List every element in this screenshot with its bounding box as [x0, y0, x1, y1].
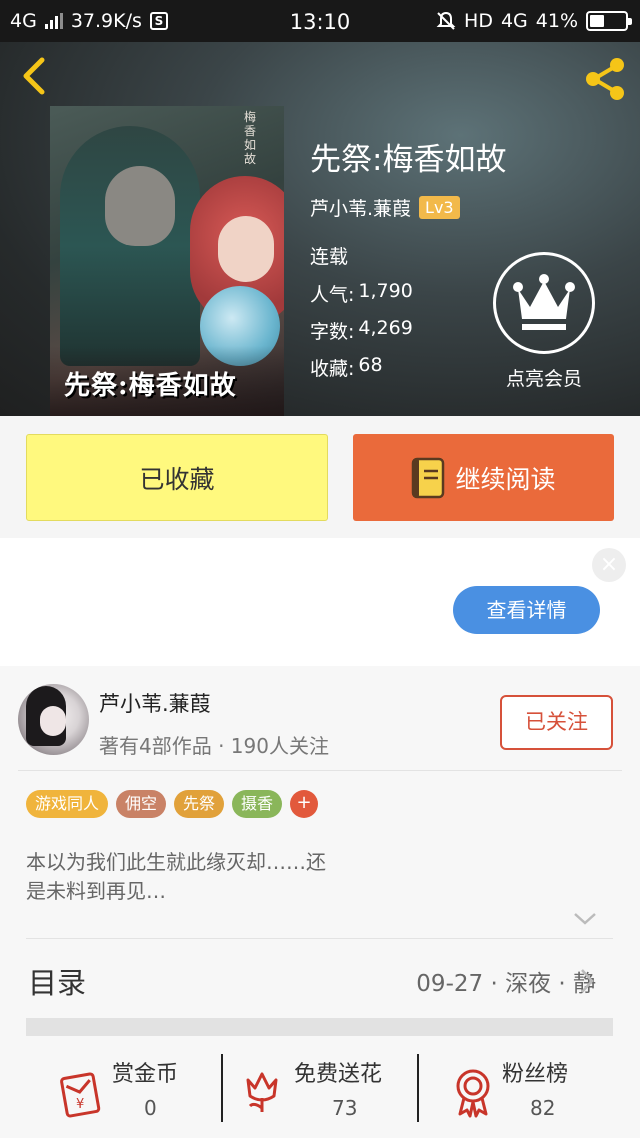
panel-author-name[interactable]: 芦小苇.蒹葭 [99, 688, 211, 718]
tag[interactable]: 先祭 [174, 790, 225, 818]
chevron-right-icon[interactable] [580, 968, 594, 994]
ad-close-icon[interactable]: × [592, 548, 626, 582]
battery-icon [586, 11, 632, 31]
author-subtitle: 著有4部作品 · 190人关注 [99, 734, 329, 758]
stat-value: 1,790 [358, 280, 413, 302]
reward-coins-count: 0 [144, 1096, 157, 1120]
divider [18, 770, 622, 771]
red-envelope-icon: ¥ [60, 1072, 101, 1118]
tag[interactable]: 佣空 [116, 790, 167, 818]
tag[interactable]: 摄香 [232, 790, 283, 818]
chevron-down-icon[interactable] [573, 912, 597, 926]
send-flower-label: 免费送花 [294, 1062, 383, 1087]
continue-reading-label: 继续阅读 [455, 464, 556, 494]
status-right: HD 4G 41% [436, 10, 632, 32]
avatar[interactable] [18, 684, 89, 755]
stat-word-count: 字数: 4,269 [310, 317, 413, 344]
reward-coins-label: 赏金币 [112, 1062, 179, 1087]
tag-list: 游戏同人 佣空 先祭 摄香 + [26, 790, 319, 818]
book-cover[interactable]: 梅香如故 先祭:梅香如故 [50, 106, 284, 416]
status-bar: 4G 37.9K/s S 13:10 HD 4G 41% [0, 0, 640, 42]
action-bar: 已收藏 继续阅读 [0, 416, 640, 538]
back-arrow-icon[interactable] [14, 54, 58, 98]
stat-label: 收藏: [310, 358, 355, 380]
separator [221, 1054, 223, 1122]
toc-label[interactable]: 目录 [28, 960, 86, 1002]
avatar-face [40, 706, 66, 736]
cover-figure-face [105, 166, 175, 246]
followed-button[interactable]: 已关注 [500, 695, 613, 750]
battery-percent: 41% [535, 10, 578, 32]
mute-bell-icon [436, 11, 456, 30]
book-icon [412, 457, 445, 498]
network-type-2: 4G [500, 10, 528, 32]
synopsis: 本以为我们此生就此缘灭却……还是未料到再见… [26, 850, 326, 903]
book-title: 先祭:梅香如故 [310, 142, 507, 178]
author-row: 芦小苇.蒹葭 Lv3 [310, 194, 460, 221]
level-badge: Lv3 [419, 196, 460, 219]
serial-status: 连载 [310, 246, 349, 268]
add-tag-button[interactable]: + [290, 790, 319, 818]
send-flower-count: 73 [332, 1096, 358, 1120]
vip-label[interactable]: 点亮会员 [482, 364, 606, 391]
stat-label: 人气: [310, 284, 355, 306]
separator-strip [26, 1018, 613, 1036]
reward-coins-button[interactable]: ¥ 赏金币 0 [56, 1056, 206, 1126]
tag[interactable]: 游戏同人 [26, 790, 109, 818]
view-details-button[interactable]: 查看详情 [453, 586, 600, 634]
cover-title: 先祭:梅香如故 [64, 371, 237, 401]
crown-icon [513, 274, 575, 330]
flower-icon [246, 1072, 278, 1112]
cover-figure-hood [60, 126, 200, 366]
fan-ranking-label: 粉丝榜 [502, 1062, 569, 1087]
separator [417, 1054, 419, 1122]
hd-indicator: HD [464, 10, 493, 32]
cover-vertical-text: 梅香如故 [244, 110, 257, 166]
stat-value: 68 [358, 354, 383, 376]
medal-icon [456, 1069, 490, 1118]
stat-label: 字数: [310, 321, 355, 343]
favorited-button[interactable]: 已收藏 [26, 434, 328, 521]
stat-favorites: 收藏: 68 [310, 354, 383, 381]
latest-chapter[interactable]: 09-27 · 深夜 · 静 [416, 964, 596, 998]
author-panel: 芦小苇.蒹葭 著有4部作品 · 190人关注 已关注 游戏同人 佣空 先祭 摄香… [0, 666, 640, 1138]
cover-girl-face [218, 216, 274, 282]
author-name[interactable]: 芦小苇.蒹葭 [310, 194, 411, 221]
share-icon[interactable] [580, 54, 630, 104]
divider [26, 938, 613, 939]
bottom-bar: ¥ 赏金币 0 免费送花 73 粉丝榜 82 [0, 1048, 640, 1138]
ad-banner: × 查看详情 [0, 538, 640, 666]
stat-value: 4,269 [358, 317, 413, 339]
fan-ranking-count: 82 [530, 1096, 556, 1120]
battery-fill [590, 15, 604, 27]
book-header: 梅香如故 先祭:梅香如故 先祭:梅香如故 芦小苇.蒹葭 Lv3 连载 人气: 1… [0, 42, 640, 416]
send-flower-button[interactable]: 免费送花 73 [242, 1056, 412, 1126]
svg-text:¥: ¥ [76, 1097, 84, 1112]
stat-popularity: 人气: 1,790 [310, 280, 413, 307]
fan-ranking-button[interactable]: 粉丝榜 82 [452, 1056, 602, 1126]
continue-reading-button[interactable]: 继续阅读 [353, 434, 614, 521]
vip-button[interactable] [493, 252, 595, 354]
